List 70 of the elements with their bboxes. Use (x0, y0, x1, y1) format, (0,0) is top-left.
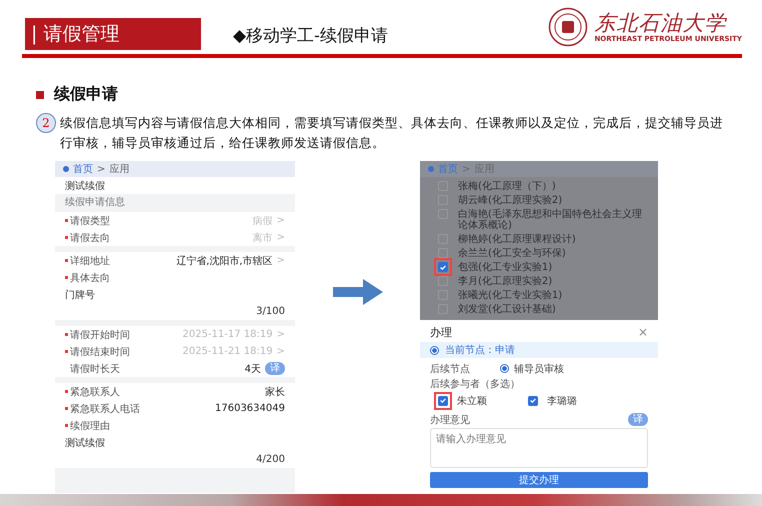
translate-button[interactable]: 译 (265, 362, 285, 375)
form-text-value: 测试续假 (65, 436, 105, 450)
teacher-option[interactable]: 张曦光(化工专业实验1) (458, 290, 562, 301)
form-field-value[interactable]: 2025-11-21 18:19 (182, 346, 273, 357)
right-arrow-icon (333, 279, 383, 305)
form-field-value[interactable]: 4天 (244, 362, 261, 376)
field-label: 办理意见 (430, 414, 470, 426)
radio-dot-icon (430, 346, 439, 354)
character-counter: 4/200 (256, 454, 285, 465)
current-node-text: 当前节点：申请 (445, 344, 515, 357)
close-button[interactable]: × (638, 325, 648, 339)
teacher-option[interactable]: 张梅(化工原理（下）) (458, 181, 556, 192)
participant-label[interactable]: 李璐璐 (547, 394, 577, 408)
form-label: 请假去向 (70, 232, 110, 244)
character-counter: 3/100 (256, 306, 285, 317)
form-label: 续假理由 (70, 420, 110, 432)
university-name: 东北石油大学 (594, 11, 728, 35)
teacher-option[interactable]: 李月(化工原理实验2) (458, 276, 552, 287)
form-field-value[interactable]: 17603634049 (215, 403, 285, 414)
step-description: 续假信息填写内容与请假信息大体相同，需要填写请假类型、具体去向、任课教师以及定位，完成后，提交辅导员进行审核，辅导员审核通过后，给任课教师发送请假信息。 (60, 114, 724, 152)
checkbox[interactable] (438, 396, 448, 406)
field-label: 后续参与者（多选） (430, 378, 521, 392)
radio-label[interactable]: 辅导员审核 (514, 362, 564, 376)
checkbox[interactable] (438, 262, 448, 272)
form-label: 紧急联系人 (70, 386, 120, 398)
teacher-option[interactable]: 柳艳婷(化工原理课程设计) (458, 234, 576, 245)
form-label: 详细地址 (70, 254, 110, 268)
form-field-value[interactable]: 病假 (252, 214, 273, 228)
teacher-option[interactable]: 刘发堂(化工设计基础) (458, 304, 556, 315)
slide-title: ◆移动学工-续假申请 (233, 25, 388, 47)
dialog-title: 办理 (430, 324, 452, 340)
form-text-value: 门牌号 (65, 288, 95, 302)
participant-label[interactable]: 朱立颖 (457, 394, 487, 408)
form-field-value[interactable]: 2025-11-17 18:19 (182, 329, 273, 340)
opinion-input-field[interactable]: 请输入办理意见 (430, 428, 648, 468)
checkbox[interactable] (438, 276, 448, 286)
breadcrumb-link[interactable]: 首页 (73, 162, 93, 176)
checkbox[interactable] (438, 248, 448, 258)
submit-button[interactable]: 提交办理 (430, 472, 648, 488)
seal-icon (548, 7, 588, 47)
chevron-icon: > (276, 255, 285, 266)
section-banner: | 请假管理 (25, 18, 201, 50)
form-label: 请假类型 (70, 214, 110, 228)
square-bullet-icon (36, 90, 44, 98)
breadcrumb-separator: > (97, 164, 106, 174)
teacher-option[interactable]: 包强(化工专业实验1) (458, 262, 552, 273)
breadcrumb-link[interactable]: 应用 (109, 162, 130, 176)
form-label: 紧急联系人电话 (70, 402, 140, 416)
form-label: 请假时长天 (70, 362, 120, 376)
step-number-badge: 2 (36, 113, 56, 133)
radio-button[interactable] (500, 364, 509, 373)
chevron-icon: > (276, 329, 285, 340)
section-heading: 续假申请 (54, 84, 118, 105)
chevron-icon: > (276, 215, 285, 226)
teacher-option[interactable]: 白海艳(毛泽东思想和中国特色社会主义理论体系概论) (458, 209, 650, 231)
chevron-icon: > (276, 346, 285, 357)
field-label: 后续节点 (430, 362, 470, 376)
breadcrumb-separator: > (462, 164, 470, 174)
chevron-icon: > (276, 232, 285, 243)
form-field-value[interactable]: 辽宁省,沈阳市,市辖区 (176, 254, 273, 268)
checkbox[interactable] (528, 396, 538, 406)
form-label: 请假结束时间 (70, 346, 130, 358)
teacher-option[interactable]: 余兰兰(化工安全与环保) (458, 248, 566, 259)
form-field-value[interactable]: 家长 (265, 384, 285, 398)
form-label: 请假开始时间 (70, 328, 130, 342)
form-text-value: 测试续假 (65, 180, 105, 192)
form-field-value[interactable]: 离市 (252, 230, 273, 244)
translate-button[interactable]: 译 (628, 413, 648, 426)
teacher-option[interactable]: 胡云峰(化工原理实验2) (458, 195, 562, 206)
form-label: 具体去向 (70, 272, 110, 284)
